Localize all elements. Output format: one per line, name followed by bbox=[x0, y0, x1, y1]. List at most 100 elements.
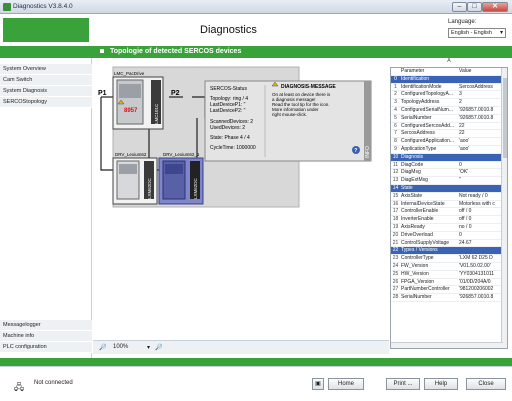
grid-row-value: '' bbox=[459, 177, 461, 184]
grid-row-value: 22 bbox=[459, 122, 465, 129]
grid-row-index: 21 bbox=[392, 239, 399, 246]
properties-grid[interactable]: Parameter Value 0 Identification 1 Identifi… bbox=[390, 67, 508, 349]
grid-row-parameter: IdentificationMode bbox=[401, 83, 442, 90]
sidebar-item-messagelogger[interactable]: Messagelogger bbox=[0, 320, 92, 331]
grid-row-index: 10 bbox=[392, 153, 399, 160]
grid-row-parameter: HW_Version bbox=[401, 270, 429, 277]
grid-section-row[interactable]: 0 Identification bbox=[391, 75, 507, 84]
grid-row[interactable]: 15 AxisState Not ready / 0 bbox=[391, 193, 507, 201]
close-button[interactable]: Close bbox=[466, 378, 506, 390]
grid-row[interactable]: 21 ControlSupplyVoltage 24.67 bbox=[391, 240, 507, 248]
grid-row[interactable]: 1 IdentificationMode SercosAddress bbox=[391, 84, 507, 92]
grid-row-index: 2 bbox=[394, 91, 397, 98]
minimize-button[interactable]: – bbox=[452, 2, 467, 12]
sidebar-bottom-nav: Messagelogger Machine info PLC configura… bbox=[0, 320, 92, 353]
home-icon-button[interactable]: ▣ bbox=[312, 378, 324, 390]
grid-section-row[interactable]: 10 Diagnosis bbox=[391, 153, 507, 162]
grid-row[interactable]: 13 DiagExtMsg '' bbox=[391, 177, 507, 185]
grid-row[interactable]: 17 ControllerEnable off / 0 bbox=[391, 208, 507, 217]
grid-row-parameter: ControllerEnable bbox=[401, 208, 439, 215]
grid-row[interactable]: 28 SerialNumber '926857.0010.8 bbox=[391, 294, 507, 302]
grid-row-index: 16 bbox=[392, 200, 399, 207]
grid-row-index: 19 bbox=[392, 223, 399, 230]
grid-row-index: 5 bbox=[394, 114, 397, 121]
grid-row-index: 13 bbox=[392, 177, 399, 184]
device-name: LMC_PacDrive bbox=[114, 71, 145, 76]
message-title: DIAGNOSIS-MESSAGE bbox=[281, 84, 336, 90]
grid-row-parameter: ControlSupplyVoltage bbox=[401, 239, 450, 246]
grid-row-index: 7 bbox=[394, 130, 397, 137]
status-cycle: CycleTime: 1000000 bbox=[210, 145, 256, 151]
status-title: SERCOS-Status bbox=[210, 86, 247, 92]
home-button[interactable]: Home bbox=[328, 378, 364, 390]
grid-row-parameter: DiagCode bbox=[401, 161, 424, 168]
grid-row[interactable]: 3 TopologyAddress 2 bbox=[391, 99, 507, 107]
grid-row[interactable]: 19 AxisReady no / 0 bbox=[391, 224, 507, 232]
grid-row[interactable]: 7 SercosAddress 22 bbox=[391, 130, 507, 139]
device-lmc-pacdrive[interactable]: LMC_PacDrive LMC101C 8957 bbox=[112, 71, 164, 130]
sidebar-item-plc-configuration[interactable]: PLC configuration bbox=[0, 342, 92, 353]
grid-row[interactable]: 6 ConfiguredSercosAdd... 22 bbox=[391, 123, 507, 131]
grid-row[interactable]: 8 ConfiguredApplication... 'aoo' bbox=[391, 138, 507, 146]
sidebar-item-system-overview[interactable]: System Overview bbox=[0, 64, 92, 75]
vertical-scrollbar[interactable] bbox=[501, 68, 507, 348]
sidebar-item-machine-info[interactable]: Machine info bbox=[0, 331, 92, 342]
zoom-icon[interactable]: 🔎 bbox=[99, 344, 106, 351]
scrollbar-thumb[interactable] bbox=[503, 78, 507, 158]
status-last-p2: LastDeviceP2: " bbox=[210, 108, 246, 114]
zoom-fit-icon[interactable]: 🔎 bbox=[155, 344, 162, 351]
sidebar-top-nav: System Overview Cam Switch System Diagno… bbox=[0, 64, 92, 108]
grid-row[interactable]: 24 FW_Version 'V01.50.02.00' bbox=[391, 263, 507, 271]
grid-row[interactable]: 25 HW_Version 'YY0304131011 bbox=[391, 271, 507, 279]
sidebar: System Overview Cam Switch System Diagno… bbox=[0, 58, 92, 358]
brand-logo bbox=[3, 18, 89, 42]
grid-row-index: 12 bbox=[392, 169, 399, 176]
info-label: INFO bbox=[365, 146, 371, 158]
grid-row-index: 14 bbox=[392, 184, 399, 191]
horizontal-scrollbar[interactable] bbox=[391, 342, 503, 348]
grid-section-row[interactable]: 14 State bbox=[391, 184, 507, 193]
zoom-dropdown-icon[interactable]: ▾ bbox=[147, 344, 150, 351]
print-button[interactable]: Print ... bbox=[386, 378, 420, 390]
maximize-button[interactable]: □ bbox=[467, 2, 482, 12]
topology-diagram: P1 P2 LMC_PacDrive LMC101C 8957 DRV_Lexi… bbox=[98, 66, 372, 208]
device-drv-lexium62[interactable]: DRV_Lexium62 LXM62DC bbox=[112, 152, 158, 205]
grid-row[interactable]: 23 ControllerType 'LXM 62 D25 D bbox=[391, 255, 507, 263]
grid-row-value: 2 bbox=[459, 99, 462, 106]
grid-row-parameter: Types / Versions bbox=[401, 247, 438, 254]
grid-row-parameter: Identification bbox=[401, 75, 430, 82]
grid-row-index: 26 bbox=[392, 278, 399, 285]
grid-row-parameter: State bbox=[401, 184, 413, 191]
language-select[interactable]: English - English ▾ bbox=[448, 28, 506, 38]
grid-row[interactable]: 2 ConfiguredTopologyA... 3 bbox=[391, 91, 507, 100]
grid-row[interactable]: 27 PartNumberController '981200206002 bbox=[391, 286, 507, 295]
close-window-button[interactable]: ✕ bbox=[482, 2, 508, 12]
grid-row-index: 20 bbox=[392, 231, 399, 238]
sidebar-item-sercos-topology[interactable]: SERCOStopology bbox=[0, 97, 92, 108]
sidebar-item-cam-switch[interactable]: Cam Switch bbox=[0, 75, 92, 86]
grid-row[interactable]: 9 ApplicationType 'aoo' bbox=[391, 146, 507, 154]
grid-row[interactable]: 11 DiagCode 0 bbox=[391, 162, 507, 170]
status-bar: 🖧 Not connected ▣ Home Print ... Help Cl… bbox=[0, 366, 512, 401]
device-name: DRV_Lexium62 bbox=[115, 152, 147, 157]
grid-row[interactable]: 4 ConfiguredSerialNum... '926857.0010.8 bbox=[391, 107, 507, 115]
grid-row[interactable]: 5 SerialNumber '926857.0010.8 bbox=[391, 115, 507, 123]
device-drv-lexium62-1[interactable]: DRV_Lexium62_1 LXM62DC bbox=[158, 152, 204, 205]
grid-row[interactable]: 12 DiagMsg 'OK' bbox=[391, 169, 507, 178]
bullet-square-icon bbox=[100, 49, 104, 54]
grid-row[interactable]: 26 FPGA_Version '01/0D/204A/0 bbox=[391, 279, 507, 287]
grid-row-value: 'V01.50.02.00' bbox=[459, 262, 491, 269]
zoom-value: 100% bbox=[113, 344, 129, 350]
status-used: UsedDevices: 2 bbox=[210, 125, 245, 131]
grid-row-parameter: ConfiguredTopologyA... bbox=[401, 91, 453, 98]
sidebar-item-system-diagnosis[interactable]: System Diagnosis bbox=[0, 86, 92, 97]
grid-row-parameter: SercosAddress bbox=[401, 130, 435, 137]
grid-row[interactable]: 18 InverterEnable off / 0 bbox=[391, 216, 507, 224]
green-strip-left bbox=[0, 46, 92, 58]
grid-row-index: 15 bbox=[392, 192, 399, 199]
topology-canvas[interactable]: P1 P2 LMC_PacDrive LMC101C 8957 DRV_Lexi… bbox=[93, 58, 389, 340]
help-button[interactable]: Help bbox=[424, 378, 458, 390]
grid-row[interactable]: 16 InternalDeviceState Motorless with c bbox=[391, 201, 507, 209]
grid-section-row[interactable]: 22 Types / Versions bbox=[391, 247, 507, 256]
grid-row[interactable]: 20 DriveOverload 0 bbox=[391, 232, 507, 240]
